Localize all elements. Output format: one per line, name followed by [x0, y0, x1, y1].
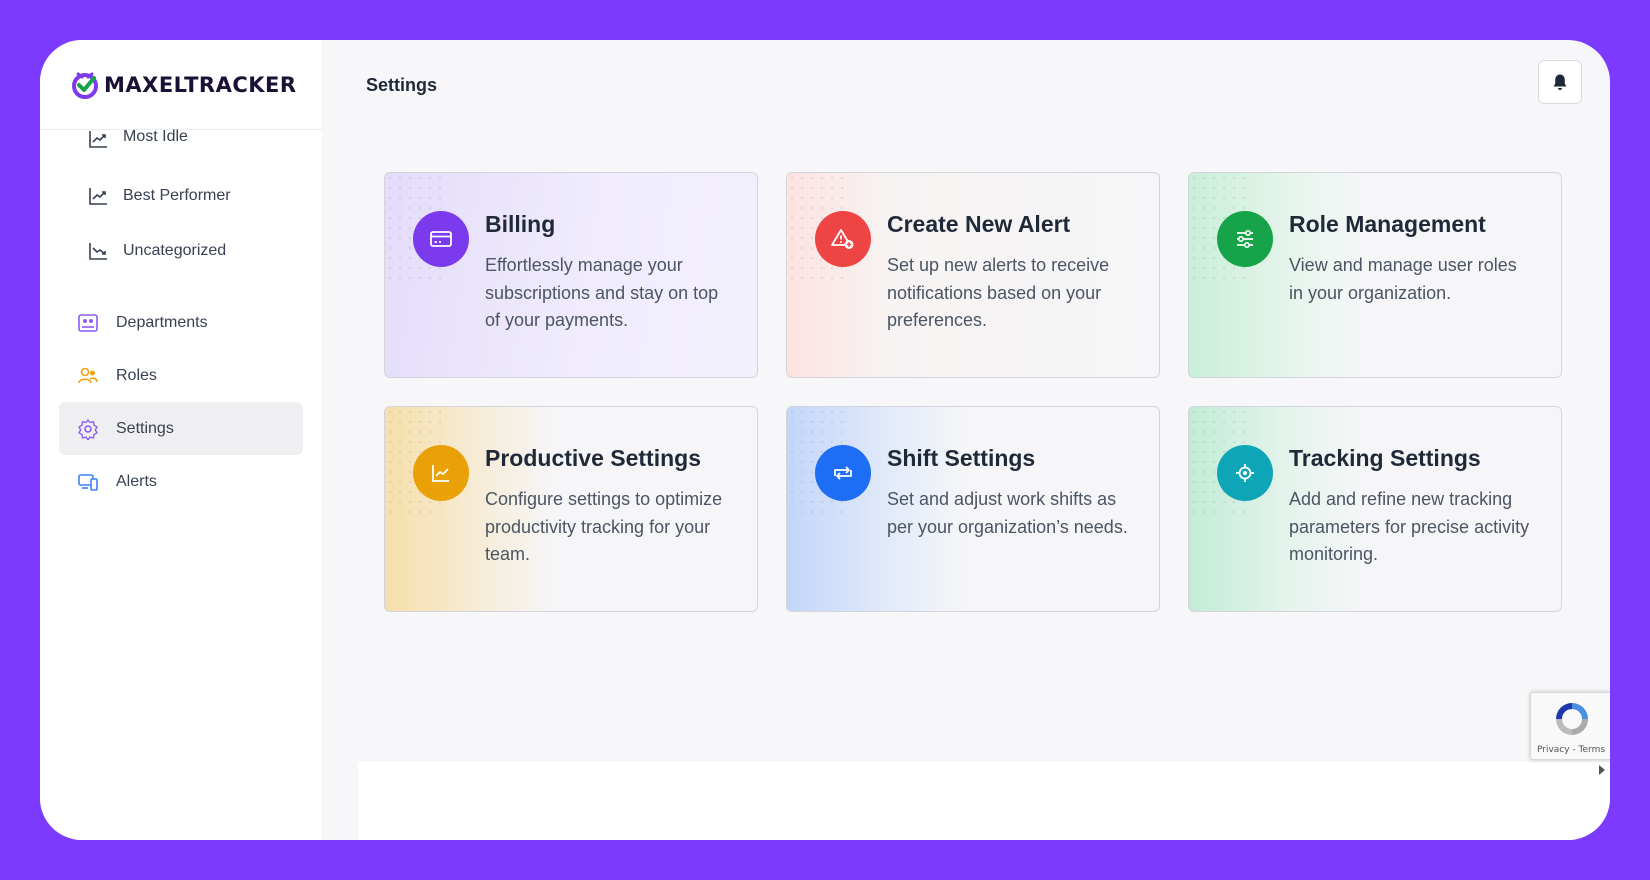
shift-settings-card[interactable]: Shift Settings Set and adjust work shift…	[786, 406, 1160, 612]
app-window: MAXELTRACKER Most Idle Best Performer Un…	[40, 40, 1610, 840]
card-description: Set and adjust work shifts as per your o…	[887, 489, 1128, 537]
sidebar-item-roles[interactable]: Roles	[59, 349, 303, 402]
recaptcha-icon	[1556, 703, 1588, 735]
card-icon-circle	[815, 211, 871, 267]
card-description: Add and refine new tracking parameters f…	[1289, 489, 1530, 564]
card-title: Productive Settings	[485, 445, 701, 471]
devices-icon	[78, 473, 98, 491]
roles-icon	[78, 367, 98, 383]
sidebar-item-label: Settings	[116, 419, 174, 437]
sidebar-item-departments[interactable]: Departments	[59, 296, 303, 349]
card-title: Billing	[485, 211, 556, 237]
sidebar-item-uncategorized[interactable]: Uncategorized	[40, 223, 322, 278]
recaptcha-badge[interactable]: Privacy - Terms	[1530, 692, 1610, 760]
tracking-settings-card[interactable]: Tracking Settings Add and refine new tra…	[1188, 406, 1562, 612]
sidebar-item-label: Alerts	[116, 472, 157, 490]
card-title: Role Management	[1289, 211, 1486, 237]
card-title: Tracking Settings	[1289, 445, 1481, 471]
notifications-button[interactable]	[1538, 60, 1582, 104]
sidebar: MAXELTRACKER Most Idle Best Performer Un…	[40, 40, 322, 840]
swap-icon	[834, 466, 852, 480]
card-description: Configure settings to optimize productiv…	[485, 489, 723, 564]
sidebar-item-settings[interactable]: Settings	[59, 402, 303, 455]
chart-line-icon	[432, 465, 449, 482]
sidebar-item-label: Most Idle	[123, 128, 188, 145]
credit-card-icon	[430, 231, 452, 247]
card-title: Shift Settings	[887, 445, 1036, 471]
sidebar-nav: Most Idle Best Performer Uncategorized D…	[40, 128, 322, 508]
trend-down-icon	[89, 242, 107, 260]
recaptcha-links[interactable]: Privacy - Terms	[1537, 745, 1605, 755]
top-bar: Settings	[322, 40, 1610, 130]
card-icon-circle	[413, 445, 469, 501]
card-description: Set up new alerts to receive notificatio…	[887, 255, 1110, 330]
card-description: View and manage user roles in your organ…	[1289, 255, 1517, 303]
main-content: Settings Billing Effortlessly manage you…	[322, 40, 1610, 840]
bell-icon	[1553, 74, 1567, 90]
sidebar-item-label: Departments	[116, 313, 208, 331]
card-icon-circle	[1217, 445, 1273, 501]
brand-name: MAXELTRACKER	[104, 72, 297, 97]
page-title: Settings	[366, 74, 438, 95]
billing-card[interactable]: Billing Effortlessly manage your subscri…	[384, 172, 758, 378]
sidebar-item-label: Uncategorized	[123, 241, 227, 259]
logo[interactable]: MAXELTRACKER	[40, 40, 322, 130]
logo-icon	[72, 72, 98, 99]
footer-panel	[358, 762, 1610, 840]
sidebar-item-label: Roles	[116, 366, 157, 384]
card-icon-circle	[815, 445, 871, 501]
trend-up-icon	[89, 187, 107, 205]
card-title: Create New Alert	[887, 211, 1071, 237]
role-management-card[interactable]: Role Management View and manage user rol…	[1188, 172, 1562, 378]
card-icon-circle	[1217, 211, 1273, 267]
create-new-alert-card[interactable]: Create New Alert Set up new alerts to re…	[786, 172, 1160, 378]
card-icon-circle	[413, 211, 469, 267]
sliders-icon	[1237, 230, 1253, 248]
departments-icon	[78, 313, 98, 332]
settings-cards-grid: Billing Effortlessly manage your subscri…	[384, 172, 1562, 612]
productive-settings-card[interactable]: Productive Settings Configure settings t…	[384, 406, 758, 612]
sidebar-item-alerts[interactable]: Alerts	[59, 455, 303, 508]
trend-up-icon	[89, 131, 107, 148]
gear-icon	[78, 418, 98, 440]
target-icon	[1236, 464, 1254, 482]
alert-plus-icon	[831, 229, 854, 249]
caret-right-icon	[1599, 765, 1605, 775]
sidebar-item-best-performer[interactable]: Best Performer	[40, 168, 322, 223]
sidebar-item-label: Best Performer	[123, 186, 231, 204]
sidebar-item-most-idle[interactable]: Most Idle	[40, 128, 322, 168]
card-description: Effortlessly manage your subscriptions a…	[485, 255, 719, 330]
